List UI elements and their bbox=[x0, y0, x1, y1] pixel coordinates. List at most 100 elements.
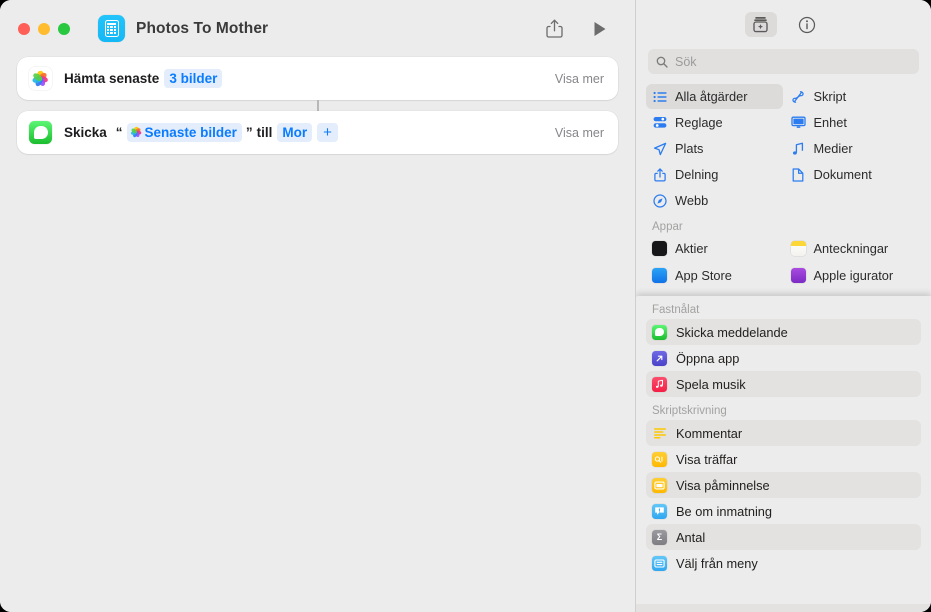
list-item-label: Spela musik bbox=[676, 376, 746, 392]
list-item[interactable]: Öppna app bbox=[646, 345, 921, 371]
list-item[interactable]: Visa träffar bbox=[646, 446, 921, 472]
sidebar-item-label: Dokument bbox=[813, 167, 872, 182]
show-more-button[interactable]: Visa mer bbox=[555, 126, 604, 140]
sidebar-item-label: Enhet bbox=[813, 115, 847, 130]
count-sigma-icon: Σ bbox=[652, 529, 667, 545]
list-item-label: Anteckningar bbox=[813, 241, 889, 256]
search-icon bbox=[656, 56, 668, 68]
messages-icon bbox=[652, 324, 667, 340]
list-item-label: Öppna app bbox=[676, 350, 740, 366]
minimize-button[interactable] bbox=[38, 22, 50, 35]
add-recipient-button[interactable]: + bbox=[317, 123, 338, 142]
sidebar-item-sharing[interactable]: Delning bbox=[646, 162, 783, 187]
list-bottom-edge bbox=[636, 604, 931, 612]
music-app-icon bbox=[652, 376, 667, 392]
apple-configurator-icon bbox=[790, 268, 806, 283]
list-item[interactable]: Aktier bbox=[646, 236, 783, 261]
share-icon bbox=[652, 167, 667, 182]
list-item[interactable]: Skicka meddelande bbox=[646, 319, 921, 345]
action-prefix: Skicka bbox=[64, 125, 107, 140]
search-input[interactable]: Sök bbox=[675, 55, 697, 69]
window-title: Photos To Mother bbox=[136, 19, 269, 37]
traffic-lights bbox=[18, 22, 70, 35]
apps-grid: Aktier Anteckningar App Store Apple igur… bbox=[636, 236, 931, 288]
list-item[interactable]: Spela musik bbox=[646, 371, 921, 397]
sidebar-item-device[interactable]: Enhet bbox=[785, 110, 922, 135]
notes-app-icon bbox=[790, 241, 806, 256]
zoom-button[interactable] bbox=[58, 22, 70, 35]
sidebar-item-media[interactable]: Medier bbox=[785, 136, 922, 161]
info-icon[interactable] bbox=[791, 12, 823, 37]
choose-menu-icon bbox=[652, 555, 667, 571]
document-icon bbox=[791, 167, 806, 182]
action-title: Hämta senaste 3 bilder bbox=[64, 69, 223, 88]
sidebar-item-label: Webb bbox=[675, 193, 709, 208]
open-quote: “ bbox=[115, 125, 123, 140]
action-parameter-token[interactable]: 3 bilder bbox=[164, 69, 223, 88]
recipient-token[interactable]: Mor bbox=[277, 123, 313, 142]
photos-icon bbox=[29, 67, 52, 90]
variable-token[interactable]: Senaste bilder bbox=[126, 123, 242, 142]
list-item[interactable]: Apple igurator bbox=[785, 263, 922, 288]
action-library-panel: Fastnålat Skicka meddelande Öppna app Sp… bbox=[636, 296, 931, 612]
list-item[interactable]: App Store bbox=[646, 263, 783, 288]
list-item[interactable]: Välj från meny bbox=[646, 550, 921, 576]
action-library-icon[interactable] bbox=[744, 12, 777, 37]
open-app-icon bbox=[652, 350, 667, 366]
show-more-button[interactable]: Visa mer bbox=[555, 72, 604, 86]
titlebar: Photos To Mother bbox=[0, 0, 635, 57]
list-item-label: Visa påminnelse bbox=[676, 477, 770, 493]
show-result-icon bbox=[652, 451, 667, 467]
app-store-icon bbox=[652, 268, 667, 283]
sidebar-item-all-actions[interactable]: Alla åtgärder bbox=[646, 84, 783, 109]
sidebar-item-label: Medier bbox=[813, 141, 853, 156]
section-header-pinned: Fastnålat bbox=[652, 304, 700, 316]
messages-icon bbox=[29, 121, 52, 144]
shortcuts-window: Photos To Mother Hämta senaste 3 bilder … bbox=[0, 0, 931, 612]
list-item-label: App Store bbox=[675, 268, 732, 283]
shortcuts-calculator-icon bbox=[98, 15, 125, 42]
list-item[interactable]: Anteckningar bbox=[785, 236, 922, 261]
action-library-sidebar: Sök Alla åtgärder Skript Reglage Enhet P… bbox=[636, 0, 931, 612]
list-item-label: Aktier bbox=[675, 241, 708, 256]
sidebar-item-label: Reglage bbox=[675, 115, 723, 130]
shortcut-editor-pane: Photos To Mother Hämta senaste 3 bilder … bbox=[0, 0, 636, 612]
location-arrow-icon bbox=[652, 141, 667, 156]
share-icon[interactable] bbox=[539, 16, 569, 42]
sidebar-item-location[interactable]: Plats bbox=[646, 136, 783, 161]
pinned-actions-list: Skicka meddelande Öppna app Spela musik bbox=[636, 319, 931, 397]
list-item-label: Välj från meny bbox=[676, 555, 758, 571]
sidebar-item-scripting[interactable]: Skript bbox=[785, 84, 922, 109]
stocks-app-icon bbox=[652, 241, 667, 256]
search-field[interactable]: Sök bbox=[648, 49, 919, 74]
list-item[interactable]: Σ Antal bbox=[646, 524, 921, 550]
display-icon bbox=[790, 115, 806, 130]
photos-variable-icon bbox=[130, 127, 143, 139]
action-title: Skicka “ Senaste bilder ” till Mor + bbox=[64, 123, 338, 142]
list-item[interactable]: Be om inmatning bbox=[646, 498, 921, 524]
show-alert-icon bbox=[652, 477, 667, 493]
sidebar-item-controls[interactable]: Reglage bbox=[646, 110, 783, 135]
list-item-label: Apple igurator bbox=[813, 268, 894, 283]
sidebar-toolbar bbox=[636, 0, 931, 49]
action-middle-text: till bbox=[256, 125, 273, 140]
sidebar-item-web[interactable]: Webb bbox=[646, 188, 783, 213]
run-shortcut-button[interactable] bbox=[585, 16, 615, 42]
list-item[interactable]: Visa påminnelse bbox=[646, 472, 921, 498]
script-icon bbox=[791, 89, 806, 104]
list-item-label: Be om inmatning bbox=[676, 503, 773, 519]
comment-lines-icon bbox=[652, 426, 667, 441]
list-item-label: Kommentar bbox=[676, 425, 743, 441]
action-card[interactable]: Skicka “ Senaste bilder ” till Mor + Vis… bbox=[17, 111, 618, 154]
sidebar-item-documents[interactable]: Dokument bbox=[785, 162, 922, 187]
list-bullet-icon bbox=[652, 89, 667, 104]
scripting-actions-list: Kommentar Visa träffar Visa påminnelse B… bbox=[636, 420, 931, 576]
sliders-icon bbox=[652, 115, 667, 130]
ask-input-icon bbox=[652, 503, 667, 519]
list-item-label: Visa träffar bbox=[676, 451, 738, 467]
section-header-apps: Appar bbox=[652, 221, 683, 233]
action-card[interactable]: Hämta senaste 3 bilder Visa mer bbox=[17, 57, 618, 100]
list-item[interactable]: Kommentar bbox=[646, 420, 921, 446]
close-button[interactable] bbox=[18, 22, 30, 35]
workflow-canvas: Hämta senaste 3 bilder Visa mer Skicka “ bbox=[0, 57, 635, 154]
